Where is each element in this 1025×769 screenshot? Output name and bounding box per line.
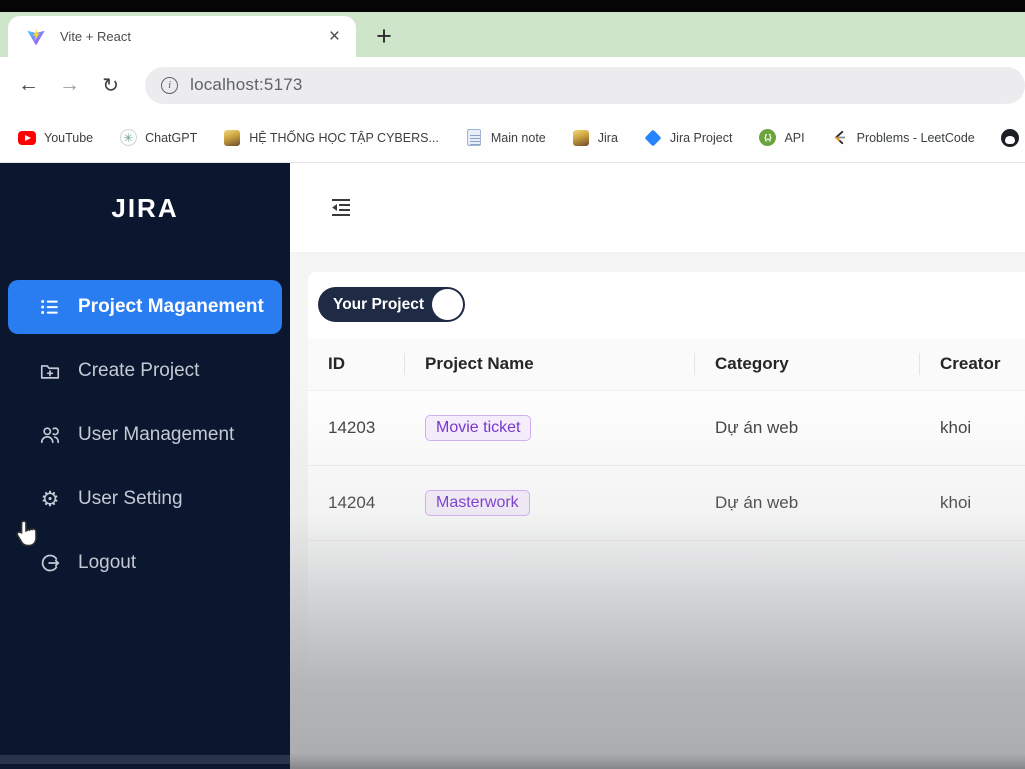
logout-icon	[38, 551, 62, 575]
address-bar[interactable]: i localhost:5173	[145, 67, 1025, 104]
browser-tab-strip: Vite + React × +	[0, 12, 1025, 57]
column-header-category: Category	[695, 338, 920, 390]
folder-add-icon	[38, 359, 62, 383]
bookmark-main-note[interactable]: Main note	[465, 129, 546, 147]
sidebar-item-user-management[interactable]: User Management	[8, 408, 282, 462]
toggle-knob[interactable]	[432, 289, 463, 320]
project-list-card: Your Project ID Project Name Category Cr…	[308, 272, 1025, 690]
github-icon	[1001, 129, 1019, 147]
sidebar-item-user-setting[interactable]: ⚙ User Setting	[8, 472, 282, 526]
content-header	[290, 163, 1025, 253]
sidebar-item-label: User Setting	[78, 488, 183, 510]
app-root: JIRA Project Maganement	[0, 163, 1025, 769]
sidebar: JIRA Project Maganement	[0, 163, 290, 769]
new-tab-button[interactable]: +	[356, 16, 412, 57]
menu-fold-icon[interactable]	[328, 195, 354, 221]
cell-id: 14203	[308, 390, 405, 465]
cell-category: Dự án web	[695, 465, 920, 540]
reload-icon[interactable]: ↻	[90, 73, 131, 98]
note-icon	[465, 129, 483, 147]
browser-toolbar: ← → ↻ i localhost:5173	[0, 57, 1025, 113]
bookmark-cybersoft[interactable]: HỆ THỐNG HỌC TẬP CYBERS...	[223, 129, 439, 147]
sidebar-item-label: Logout	[78, 552, 136, 574]
tab-title: Vite + React	[60, 29, 325, 44]
bookmark-chatgpt[interactable]: ✳ ChatGPT	[119, 129, 197, 147]
column-header-name: Project Name	[405, 338, 695, 390]
leetcode-icon	[831, 129, 849, 147]
app-logo: JIRA	[0, 193, 290, 224]
url-text: localhost:5173	[190, 75, 302, 95]
users-icon	[38, 423, 62, 447]
bookmarks-bar: YouTube ✳ ChatGPT HỆ THỐNG HỌC TẬP CYBER…	[0, 113, 1025, 163]
bookmark-youtube[interactable]: YouTube	[18, 129, 93, 147]
toggle-label: Your Project	[333, 296, 424, 314]
vite-favicon-icon	[26, 27, 46, 47]
chatgpt-icon: ✳	[119, 129, 137, 147]
bookmark-api[interactable]: {..} API	[758, 129, 804, 147]
gold-cube-icon	[223, 129, 241, 147]
your-project-toggle[interactable]: Your Project	[318, 287, 465, 322]
sidebar-item-label: User Management	[78, 424, 234, 446]
main-content: Your Project ID Project Name Category Cr…	[290, 163, 1025, 769]
cell-project-name: Masterwork	[405, 465, 695, 540]
bookmark-github[interactable]: h	[1001, 129, 1025, 147]
bookmark-jira[interactable]: Jira	[572, 129, 618, 147]
youtube-icon	[18, 129, 36, 147]
cell-creator: khoi	[920, 390, 1025, 465]
sidebar-menu: Project Maganement Create Project	[0, 280, 290, 590]
sidebar-item-label: Create Project	[78, 360, 199, 382]
mouse-cursor	[14, 520, 40, 553]
gold-cube-icon	[572, 129, 590, 147]
projects-table: ID Project Name Category Creator 14203 M…	[308, 338, 1025, 541]
sidebar-item-label: Project Maganement	[78, 296, 264, 318]
top-black-strip	[0, 0, 1025, 12]
gear-icon: ⚙	[38, 487, 62, 511]
unordered-list-icon	[38, 295, 62, 319]
swagger-icon: {..}	[758, 129, 776, 147]
back-icon[interactable]: ←	[8, 73, 49, 97]
sidebar-item-logout[interactable]: Logout	[8, 536, 282, 590]
cell-id: 14204	[308, 465, 405, 540]
tab-close-icon[interactable]: ×	[325, 26, 344, 48]
column-header-id: ID	[308, 338, 405, 390]
cell-project-name: Movie ticket	[405, 390, 695, 465]
column-header-creator: Creator	[920, 338, 1025, 390]
forward-icon[interactable]: →	[49, 73, 90, 97]
project-name-tag[interactable]: Masterwork	[425, 490, 530, 516]
site-info-icon[interactable]: i	[161, 77, 178, 94]
sidebar-item-create-project[interactable]: Create Project	[8, 344, 282, 398]
table-header-row: ID Project Name Category Creator	[308, 338, 1025, 390]
bookmark-jira-project[interactable]: Jira Project	[644, 129, 733, 147]
table-row: 14204 Masterwork Dự án web khoi	[308, 465, 1025, 540]
blue-diamond-icon	[644, 129, 662, 147]
bookmark-leetcode[interactable]: Problems - LeetCode	[831, 129, 975, 147]
table-row: 14203 Movie ticket Dự án web khoi	[308, 390, 1025, 465]
video-frame: Vite + React × + ← → ↻ i localhost:5173 …	[0, 0, 1025, 769]
cell-creator: khoi	[920, 465, 1025, 540]
browser-tab[interactable]: Vite + React ×	[8, 16, 356, 57]
sidebar-item-project-management[interactable]: Project Maganement	[8, 280, 282, 334]
cell-category: Dự án web	[695, 390, 920, 465]
project-name-tag[interactable]: Movie ticket	[425, 415, 531, 441]
